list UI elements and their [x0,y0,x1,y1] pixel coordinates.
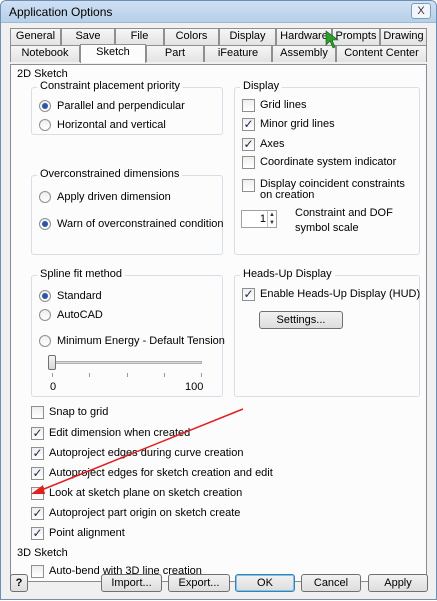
import-button[interactable]: Import... [101,574,162,592]
tension-slider-thumb[interactable] [48,355,56,370]
symbol-scale-label: Constraint and DOF symbol scale [295,207,393,234]
slider-tick [164,373,165,377]
checkbox-indicator[interactable]: ✓ [242,138,255,151]
group-overconstrained: Overconstrained dimensions Apply driven … [31,168,224,255]
checkbox-label: Minor grid lines [260,118,335,130]
export-button[interactable]: Export... [168,574,230,592]
group-title: Constraint placement priority [37,80,184,92]
section-2d-sketch: 2D Sketch [17,68,68,80]
tab-notebook[interactable]: Notebook [10,45,80,62]
checkbox-indicator[interactable]: ✓ [31,527,44,540]
checkbox-label: Point alignment [49,527,125,539]
slider-min-label: 0 [50,381,57,393]
tab-prompts[interactable]: Prompts [332,28,380,45]
radio-label: Standard [57,290,102,302]
radio-indicator[interactable] [39,290,51,302]
checkbox-label: Autoproject edges during curve creation [49,447,244,459]
close-button[interactable]: X [411,3,431,19]
group-title: Display [240,80,283,92]
hud-settings-button[interactable]: Settings... [259,311,343,329]
group-title: Heads-Up Display [240,268,335,280]
slider-tick [127,373,128,377]
checkbox-indicator[interactable] [31,487,44,500]
radio-indicator[interactable] [39,309,51,321]
checkbox-indicator[interactable] [31,565,44,578]
tab-row-bottom: Notebook Sketch Part iFeature Assembly C… [10,44,427,63]
checkbox-coincident-constraints[interactable]: Display coincident constraints on creati… [242,178,412,206]
checkbox-indicator[interactable]: ✓ [31,507,44,520]
radio-label: Minimum Energy - Default Tension [57,335,225,347]
tab-colors[interactable]: Colors [164,28,219,45]
tab-assembly[interactable]: Assembly [272,45,336,62]
tension-slider-track[interactable] [52,361,202,364]
slider-tick [52,373,53,377]
window-title: Application Options [9,5,113,19]
section-3d-sketch: 3D Sketch [17,547,68,559]
apply-button[interactable]: Apply [368,574,428,592]
checkbox-indicator[interactable] [31,406,44,419]
checkbox-label: Grid lines [260,99,307,111]
ok-button[interactable]: OK [235,574,295,592]
checkbox-indicator[interactable] [242,156,255,169]
tab-part[interactable]: Part [146,45,204,62]
help-icon: ? [15,577,23,589]
checkbox-label: Snap to grid [49,406,109,418]
group-title: Spline fit method [37,268,125,280]
checkbox-label: Display coincident constraints on creati… [260,178,405,201]
application-options-window: Application Options X General Save File … [0,0,437,600]
radio-indicator[interactable] [39,335,51,347]
group-title: Overconstrained dimensions [37,168,183,180]
radio-label: Horizontal and vertical [57,119,166,131]
help-button[interactable]: ? [10,574,28,592]
radio-indicator[interactable] [39,191,51,203]
tab-display[interactable]: Display [219,28,276,45]
checkbox-indicator[interactable] [242,99,255,112]
tab-hardware[interactable]: Hardware [276,28,332,45]
checkbox-indicator[interactable]: ✓ [242,288,255,301]
checkbox-indicator[interactable]: ✓ [31,467,44,480]
checkbox-label: Enable Heads-Up Display (HUD) [260,288,421,300]
tab-general[interactable]: General [10,28,61,45]
cancel-button[interactable]: Cancel [301,574,361,592]
checkbox-label: Look at sketch plane on sketch creation [49,487,243,499]
group-constraint-priority: Constraint placement priority Parallel a… [31,80,223,135]
slider-tick [89,373,90,377]
checkbox-indicator[interactable] [242,179,255,192]
group-display: Display Grid lines ✓ Minor grid lines ✓ … [234,80,420,255]
tab-sketch[interactable]: Sketch [80,44,146,63]
tab-save[interactable]: Save [61,28,115,45]
spinner-value: 1 [259,213,266,225]
tab-drawing[interactable]: Drawing [380,28,427,45]
spin-down-icon[interactable]: ▼ [267,219,276,227]
sketch-tab-panel: 2D Sketch Constraint placement priority … [10,64,427,582]
radio-label: Apply driven dimension [57,191,171,203]
checkbox-indicator[interactable]: ✓ [31,427,44,440]
tab-file[interactable]: File [115,28,164,45]
group-spline-fit: Spline fit method Standard AutoCAD Minim… [31,268,225,397]
checkbox-label: Axes [260,138,285,150]
group-heads-up-display: Heads-Up Display ✓ Enable Heads-Up Displ… [234,268,421,397]
checkbox-indicator[interactable]: ✓ [242,118,255,131]
radio-indicator[interactable] [39,119,51,131]
close-icon: X [417,5,425,17]
slider-max-label: 100 [185,381,204,393]
slider-tick [201,373,202,377]
checkbox-label: Edit dimension when created [49,427,191,439]
tab-content-center[interactable]: Content Center [336,45,427,62]
radio-label: Warn of overconstrained condition [57,218,224,230]
spin-up-icon[interactable]: ▲ [267,211,276,219]
checkbox-label: Coordinate system indicator [260,156,397,168]
checkbox-label: Autoproject edges for sketch creation an… [49,467,273,479]
radio-label: AutoCAD [57,309,103,321]
dialog-client: General Save File Colors Display Hardwar… [5,23,432,597]
checkbox-indicator[interactable]: ✓ [31,447,44,460]
tab-row-top: General Save File Colors Display Hardwar… [10,28,427,45]
radio-label: Parallel and perpendicular [57,100,185,112]
radio-indicator[interactable] [39,100,51,112]
checkbox-label: Autoproject part origin on sketch create [49,507,241,519]
radio-indicator[interactable] [39,218,51,230]
title-bar[interactable]: Application Options X [1,1,436,23]
tab-ifeature[interactable]: iFeature [204,45,272,62]
symbol-scale-spinner[interactable]: 1 ▲ ▼ [241,210,277,228]
